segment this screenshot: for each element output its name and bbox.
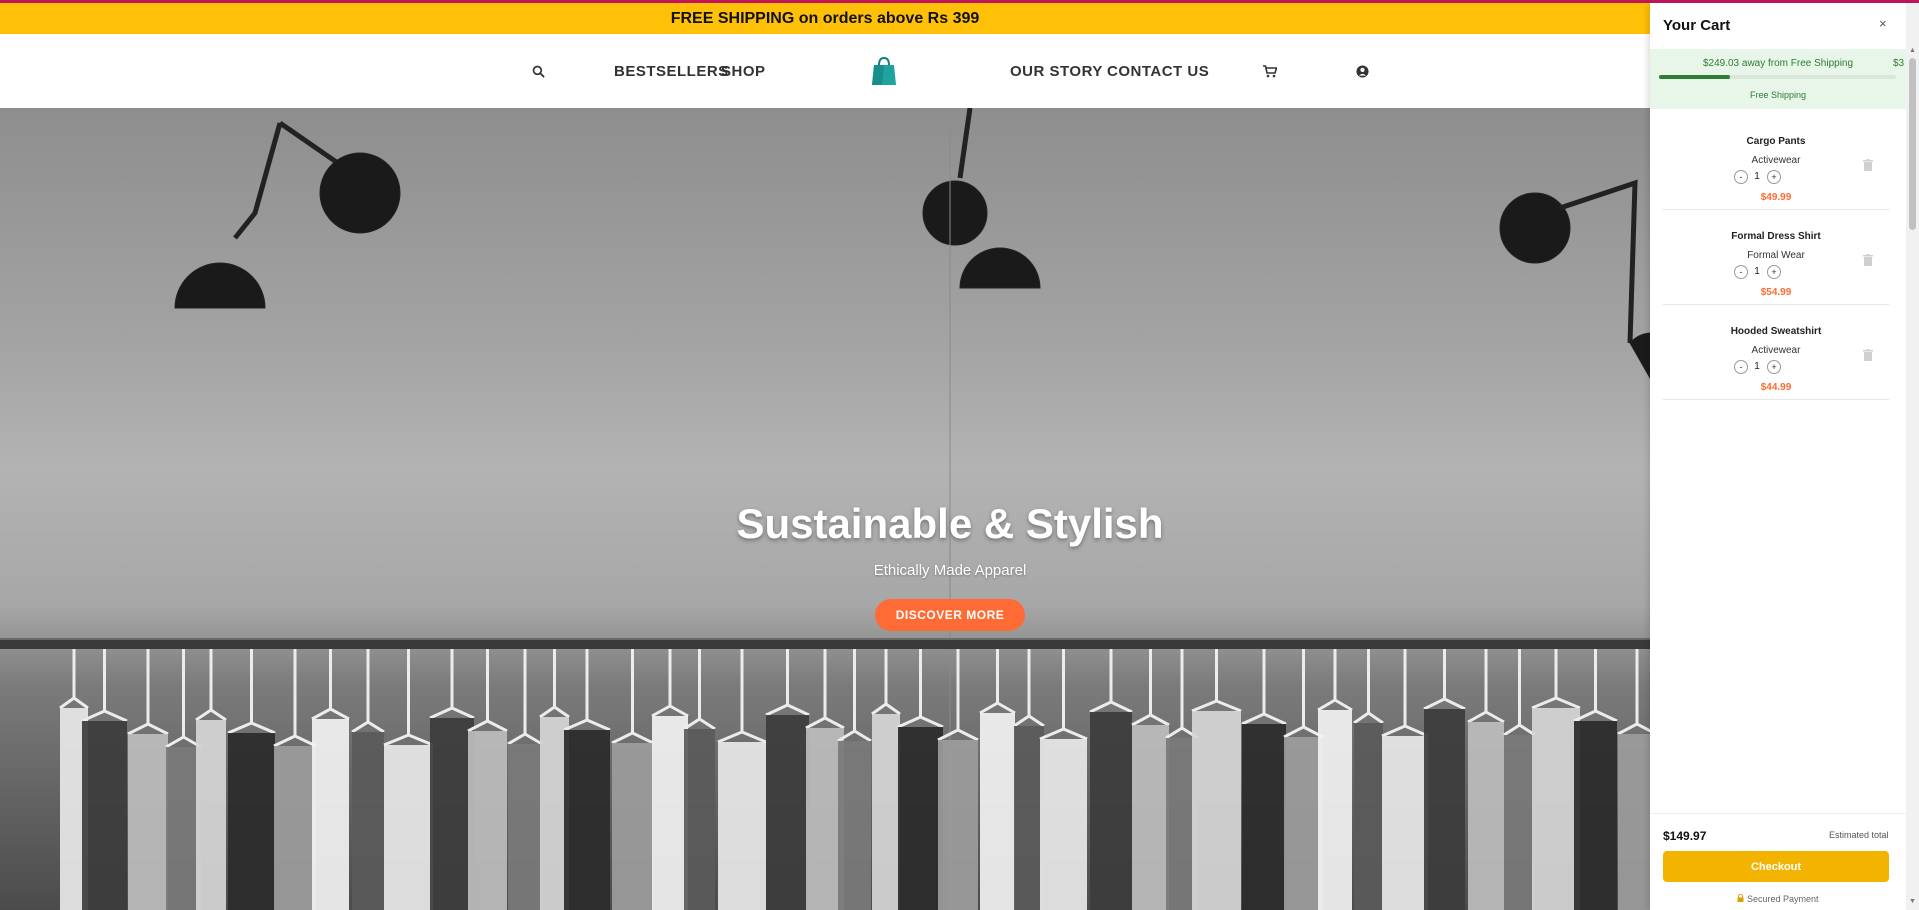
cart-drawer: Your Cart × $249.03 away from Free Shipp… <box>1650 3 1919 910</box>
shipping-message: $249.03 away from Free Shipping <box>1702 58 1854 69</box>
cart-item-category: Activewear <box>1751 345 1801 356</box>
cart-item: Hooded Sweatshirt Activewear - 1 + $44.9… <box>1663 305 1889 400</box>
scroll-up-icon[interactable]: ▲ <box>1908 47 1917 55</box>
announcement-text: FREE SHIPPING on orders above Rs 399 <box>670 9 980 27</box>
cart-item-name: Formal Dress Shirt <box>1731 231 1821 242</box>
site-header: BESTSELLERS SHOP OUR STORY CONTACT US <box>0 34 1650 108</box>
qty-value: 1 <box>1754 171 1760 182</box>
cart-footer-divider <box>1650 813 1906 814</box>
cart-item-name: Cargo Pants <box>1746 136 1806 147</box>
cart-total-label: Estimated total <box>1829 830 1889 840</box>
nav-contact-us[interactable]: CONTACT US <box>1107 34 1209 108</box>
search-icon[interactable] <box>532 34 545 108</box>
cart-scrollbar[interactable]: ▲ ▼ <box>1906 3 1919 910</box>
shipping-message-next: $3 <box>1893 58 1905 69</box>
cart-item: Cargo Pants Activewear - 1 + $49.99 <box>1663 115 1889 210</box>
cart-item-price: $44.99 <box>1760 382 1792 393</box>
qty-value: 1 <box>1754 361 1760 372</box>
cart-item-category: Formal Wear <box>1747 250 1805 261</box>
scroll-thumb[interactable] <box>1909 58 1916 230</box>
trash-icon[interactable] <box>1863 349 1873 361</box>
shipping-progress-track <box>1659 75 1896 79</box>
qty-minus-button[interactable]: - <box>1734 360 1748 374</box>
trash-icon[interactable] <box>1863 254 1873 266</box>
nav-bestsellers[interactable]: BESTSELLERS <box>614 34 729 108</box>
shopping-bag-logo-icon[interactable] <box>871 34 897 108</box>
hero-banner: Sustainable & Stylish Ethically Made App… <box>0 108 1650 910</box>
cart-item: Formal Dress Shirt Formal Wear - 1 + $54… <box>1663 210 1889 305</box>
scroll-down-icon[interactable]: ▼ <box>1908 898 1917 906</box>
checkout-button[interactable]: Checkout <box>1663 851 1889 882</box>
qty-minus-button[interactable]: - <box>1734 170 1748 184</box>
free-shipping-progress: $249.03 away from Free Shipping $3 Free … <box>1650 49 1906 109</box>
qty-plus-button[interactable]: + <box>1767 360 1781 374</box>
nav-shop[interactable]: SHOP <box>721 34 766 108</box>
shipping-progress-fill <box>1659 75 1731 79</box>
cart-icon[interactable] <box>1263 34 1277 108</box>
qty-plus-button[interactable]: + <box>1767 170 1781 184</box>
secured-payment: Secured Payment <box>1650 893 1906 904</box>
shipping-label: Free Shipping <box>1749 90 1807 100</box>
cart-item-price: $49.99 <box>1760 192 1792 203</box>
hero-title: Sustainable & Stylish <box>736 500 1164 547</box>
cart-title: Your Cart <box>1663 17 1731 34</box>
trash-icon[interactable] <box>1863 159 1873 171</box>
qty-minus-button[interactable]: - <box>1734 265 1748 279</box>
cart-item-category: Activewear <box>1751 155 1801 166</box>
announcement-bar: FREE SHIPPING on orders above Rs 399 <box>0 3 1650 34</box>
lock-icon <box>1737 893 1744 902</box>
discover-more-button[interactable]: DISCOVER MORE <box>875 599 1025 631</box>
close-icon[interactable]: × <box>1879 16 1887 31</box>
cart-item-price: $54.99 <box>1760 287 1792 298</box>
secured-payment-text: Secured Payment <box>1746 894 1819 904</box>
cart-total: $149.97 <box>1663 829 1707 843</box>
cart-item-name: Hooded Sweatshirt <box>1730 326 1822 337</box>
nav-our-story[interactable]: OUR STORY <box>1010 34 1103 108</box>
qty-plus-button[interactable]: + <box>1767 265 1781 279</box>
qty-value: 1 <box>1754 266 1760 277</box>
hero-subtitle: Ethically Made Apparel <box>873 562 1027 579</box>
user-circle-icon[interactable] <box>1356 34 1369 108</box>
